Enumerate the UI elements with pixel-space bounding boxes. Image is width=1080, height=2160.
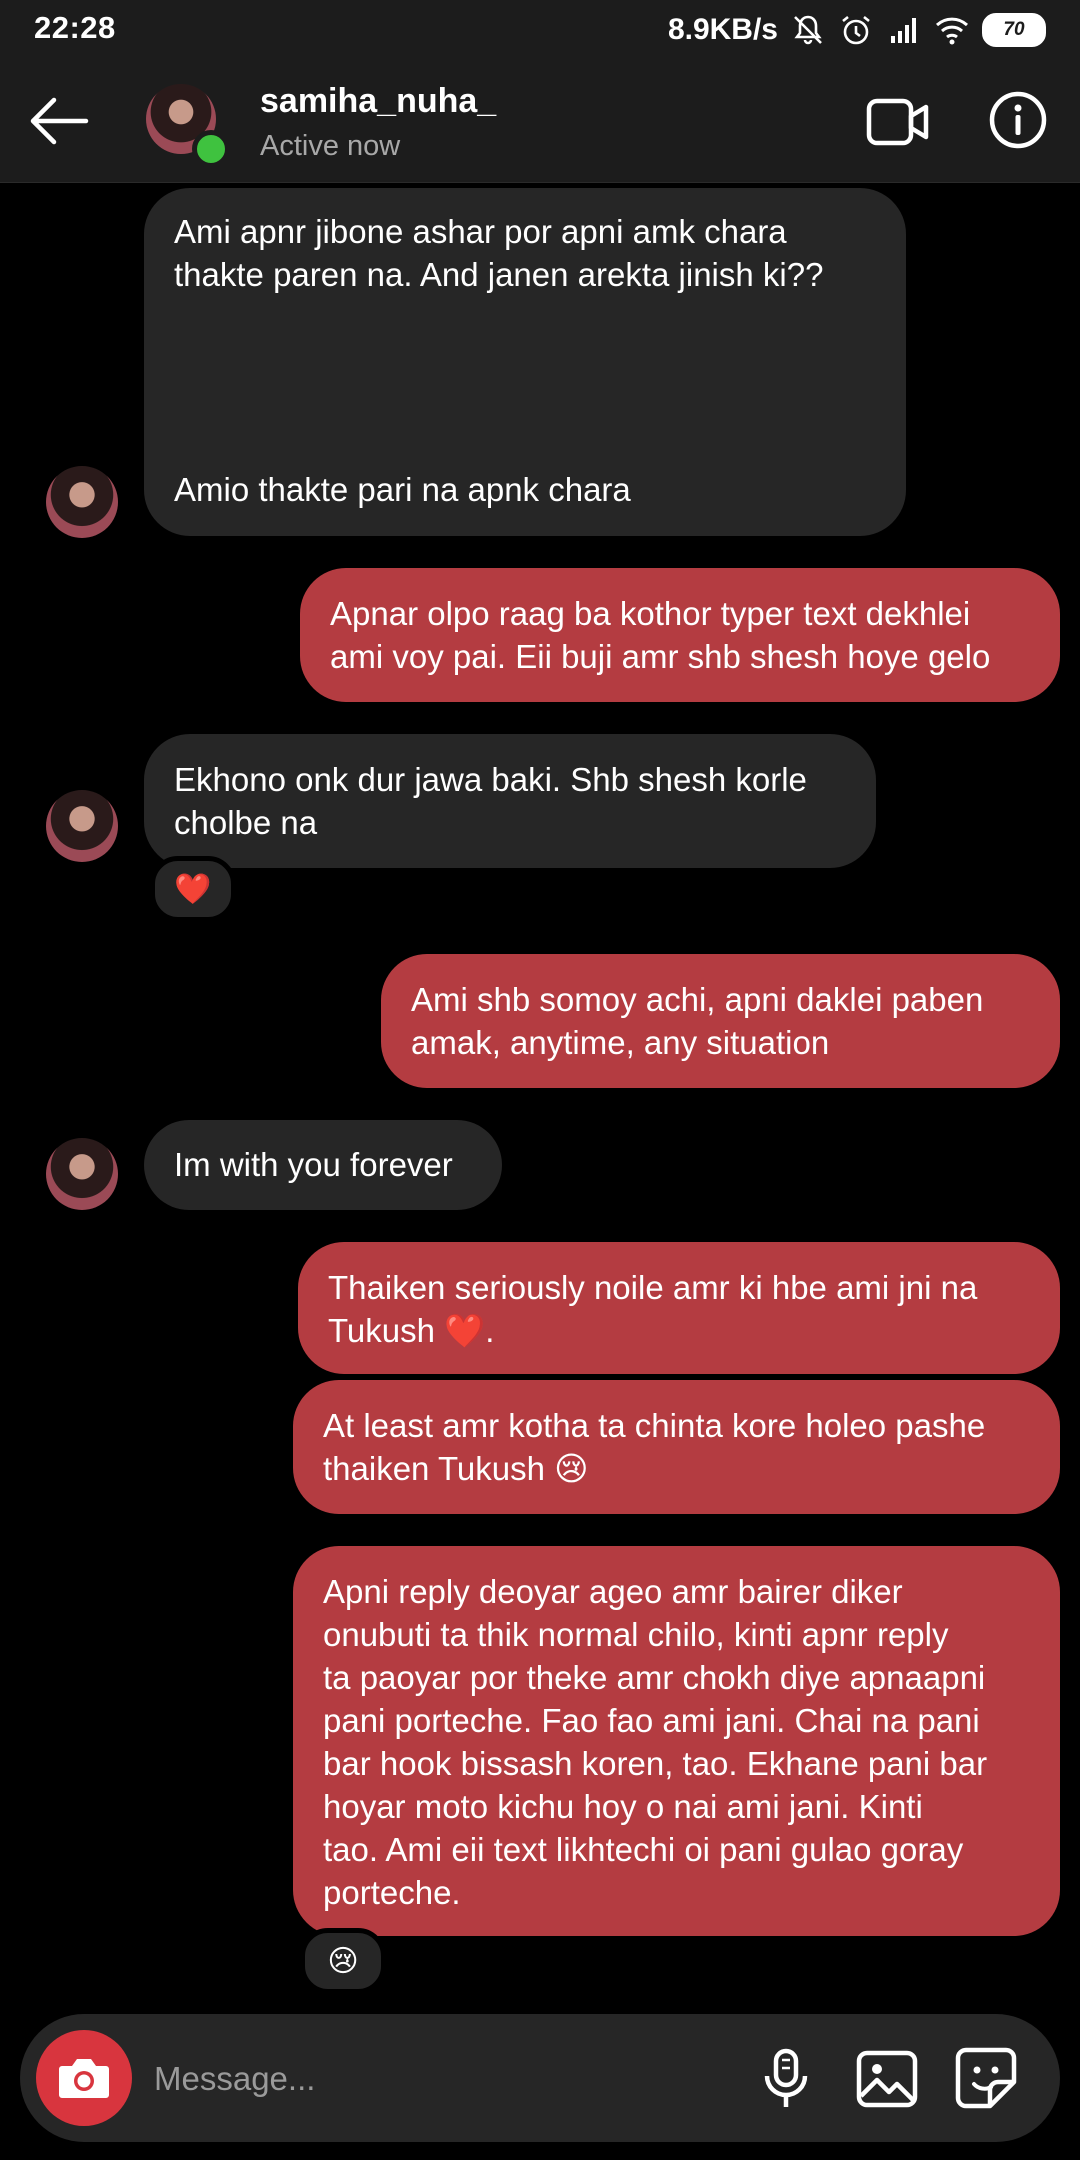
received-message-bubble[interactable]: Ami apnr jibone ashar por apni amk chara… xyxy=(144,188,906,536)
message-composer xyxy=(20,2014,1060,2142)
message-text: At least amr kotha ta chinta kore holeo … xyxy=(323,1407,986,1487)
message-text: Ekhono onk dur jawa baki. Shb shesh korl… xyxy=(174,761,807,841)
message-text: Apnar olpo raag ba kothor typer text dek… xyxy=(330,595,991,675)
sticker-icon[interactable] xyxy=(954,2046,1018,2110)
sent-message-bubble[interactable]: Apni reply deoyar ageo amr bairer diker … xyxy=(293,1546,1060,1936)
status-icons: 8.9KB/s 70 xyxy=(668,10,1046,50)
message-input[interactable] xyxy=(152,2048,706,2110)
crying-reaction[interactable]: 😢 xyxy=(300,1928,386,1994)
status-time: 22:28 xyxy=(34,10,116,45)
mute-icon xyxy=(794,15,822,45)
online-indicator xyxy=(192,130,230,168)
sent-message-bubble[interactable]: Ami shb somoy achi, apni daklei paben am… xyxy=(381,954,1060,1088)
wifi-icon xyxy=(935,17,969,45)
contact-username[interactable]: samiha_nuha_ xyxy=(260,82,496,121)
sent-message-bubble[interactable]: At least amr kotha ta chinta kore holeo … xyxy=(293,1380,1060,1514)
back-arrow-icon[interactable] xyxy=(26,88,92,154)
message-text: Apni reply deoyar ageo amr bairer diker … xyxy=(323,1573,988,1911)
gallery-icon[interactable] xyxy=(856,2050,918,2108)
message-text: Thaiken seriously noile amr ki hbe ami j… xyxy=(328,1269,978,1349)
sender-avatar[interactable] xyxy=(46,790,118,862)
active-status: Active now xyxy=(260,130,401,162)
sent-message-bubble[interactable]: Thaiken seriously noile amr ki hbe ami j… xyxy=(298,1242,1060,1374)
camera-button[interactable] xyxy=(36,2030,132,2126)
sender-avatar[interactable] xyxy=(46,1138,118,1210)
camera-icon xyxy=(59,2059,109,2098)
message-text: Ami apnr jibone ashar por apni amk chara… xyxy=(174,213,824,508)
chat-header: samiha_nuha_ Active now xyxy=(0,60,1080,183)
info-icon[interactable] xyxy=(988,90,1048,150)
alarm-icon xyxy=(842,15,870,45)
heart-reaction[interactable]: ❤️ xyxy=(150,856,236,922)
received-message-bubble[interactable]: Im with you forever xyxy=(144,1120,502,1210)
message-text: Ami shb somoy achi, apni daklei paben am… xyxy=(411,981,984,1061)
signal-icon xyxy=(891,18,916,43)
received-message-bubble[interactable]: Ekhono onk dur jawa baki. Shb shesh korl… xyxy=(144,734,876,868)
sender-avatar[interactable] xyxy=(46,466,118,538)
video-call-icon[interactable] xyxy=(866,96,930,148)
message-text: Im with you forever xyxy=(174,1146,453,1183)
battery-icon: 70 xyxy=(982,13,1046,47)
net-speed: 8.9KB/s xyxy=(667,13,778,46)
sent-message-bubble[interactable]: Apnar olpo raag ba kothor typer text dek… xyxy=(300,568,1060,702)
microphone-icon[interactable] xyxy=(756,2048,816,2110)
status-bar: 22:28 8.9KB/s 70 xyxy=(0,0,1080,60)
